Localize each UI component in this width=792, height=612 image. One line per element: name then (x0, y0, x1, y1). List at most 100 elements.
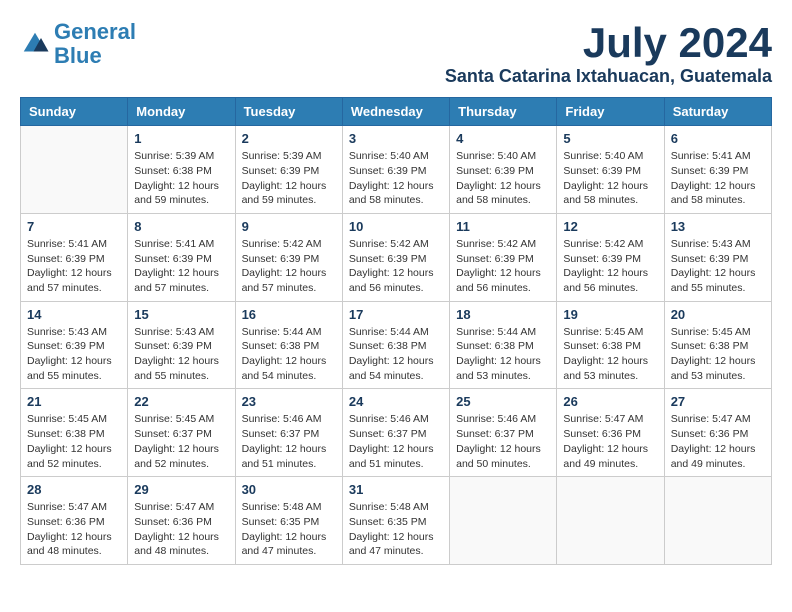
cell-text: Sunrise: 5:40 AM Sunset: 6:39 PM Dayligh… (456, 149, 550, 208)
cell-text: Sunrise: 5:43 AM Sunset: 6:39 PM Dayligh… (27, 325, 121, 384)
calendar-cell: 12 Sunrise: 5:42 AM Sunset: 6:39 PM Dayli… (557, 213, 664, 301)
calendar-cell: 7 Sunrise: 5:41 AM Sunset: 6:39 PM Daylig… (21, 213, 128, 301)
day-number: 6 (671, 131, 765, 146)
day-number: 31 (349, 482, 443, 497)
calendar-cell: 21 Sunrise: 5:45 AM Sunset: 6:38 PM Dayli… (21, 389, 128, 477)
calendar-table: SundayMondayTuesdayWednesdayThursdayFrid… (20, 97, 772, 565)
cell-text: Sunrise: 5:45 AM Sunset: 6:37 PM Dayligh… (134, 412, 228, 471)
calendar-cell: 17 Sunrise: 5:44 AM Sunset: 6:38 PM Dayli… (342, 301, 449, 389)
day-number: 9 (242, 219, 336, 234)
day-number: 11 (456, 219, 550, 234)
calendar-cell: 11 Sunrise: 5:42 AM Sunset: 6:39 PM Dayli… (450, 213, 557, 301)
calendar-cell: 26 Sunrise: 5:47 AM Sunset: 6:36 PM Dayli… (557, 389, 664, 477)
calendar-cell (664, 477, 771, 565)
cell-text: Sunrise: 5:47 AM Sunset: 6:36 PM Dayligh… (671, 412, 765, 471)
calendar-cell: 20 Sunrise: 5:45 AM Sunset: 6:38 PM Dayli… (664, 301, 771, 389)
calendar-cell: 28 Sunrise: 5:47 AM Sunset: 6:36 PM Dayli… (21, 477, 128, 565)
day-number: 1 (134, 131, 228, 146)
cell-text: Sunrise: 5:45 AM Sunset: 6:38 PM Dayligh… (563, 325, 657, 384)
cell-text: Sunrise: 5:45 AM Sunset: 6:38 PM Dayligh… (27, 412, 121, 471)
weekday-header: Monday (128, 98, 235, 126)
calendar-cell: 3 Sunrise: 5:40 AM Sunset: 6:39 PM Daylig… (342, 126, 449, 214)
calendar-cell: 13 Sunrise: 5:43 AM Sunset: 6:39 PM Dayli… (664, 213, 771, 301)
day-number: 16 (242, 307, 336, 322)
day-number: 8 (134, 219, 228, 234)
day-number: 2 (242, 131, 336, 146)
day-number: 4 (456, 131, 550, 146)
cell-text: Sunrise: 5:45 AM Sunset: 6:38 PM Dayligh… (671, 325, 765, 384)
cell-text: Sunrise: 5:41 AM Sunset: 6:39 PM Dayligh… (134, 237, 228, 296)
logo-icon (20, 29, 50, 59)
calendar-cell: 8 Sunrise: 5:41 AM Sunset: 6:39 PM Daylig… (128, 213, 235, 301)
calendar-cell: 22Sunrise: 5:45 AM Sunset: 6:37 PM Dayli… (128, 389, 235, 477)
weekday-header: Friday (557, 98, 664, 126)
calendar-cell: 1 Sunrise: 5:39 AM Sunset: 6:38 PM Daylig… (128, 126, 235, 214)
cell-text: Sunrise: 5:47 AM Sunset: 6:36 PM Dayligh… (27, 500, 121, 559)
calendar-week-row: 7 Sunrise: 5:41 AM Sunset: 6:39 PM Daylig… (21, 213, 772, 301)
calendar-cell: 25Sunrise: 5:46 AM Sunset: 6:37 PM Dayli… (450, 389, 557, 477)
day-number: 24 (349, 394, 443, 409)
calendar-week-row: 21 Sunrise: 5:45 AM Sunset: 6:38 PM Dayli… (21, 389, 772, 477)
calendar-cell: 4 Sunrise: 5:40 AM Sunset: 6:39 PM Daylig… (450, 126, 557, 214)
cell-text: Sunrise: 5:47 AM Sunset: 6:36 PM Dayligh… (563, 412, 657, 471)
calendar-cell: 10 Sunrise: 5:42 AM Sunset: 6:39 PM Dayli… (342, 213, 449, 301)
cell-text: Sunrise: 5:44 AM Sunset: 6:38 PM Dayligh… (456, 325, 550, 384)
page-header: General Blue July 2024 Santa Catarina Ix… (20, 20, 772, 87)
calendar-cell: 19Sunrise: 5:45 AM Sunset: 6:38 PM Dayli… (557, 301, 664, 389)
calendar-cell: 24 Sunrise: 5:46 AM Sunset: 6:37 PM Dayli… (342, 389, 449, 477)
cell-text: Sunrise: 5:44 AM Sunset: 6:38 PM Dayligh… (349, 325, 443, 384)
day-number: 12 (563, 219, 657, 234)
day-number: 5 (563, 131, 657, 146)
day-number: 15 (134, 307, 228, 322)
day-number: 27 (671, 394, 765, 409)
cell-text: Sunrise: 5:41 AM Sunset: 6:39 PM Dayligh… (671, 149, 765, 208)
cell-text: Sunrise: 5:42 AM Sunset: 6:39 PM Dayligh… (349, 237, 443, 296)
calendar-cell (21, 126, 128, 214)
calendar-cell: 29Sunrise: 5:47 AM Sunset: 6:36 PM Dayli… (128, 477, 235, 565)
weekday-header: Saturday (664, 98, 771, 126)
cell-text: Sunrise: 5:40 AM Sunset: 6:39 PM Dayligh… (349, 149, 443, 208)
logo: General Blue (20, 20, 136, 68)
day-number: 3 (349, 131, 443, 146)
calendar-cell: 2 Sunrise: 5:39 AM Sunset: 6:39 PM Daylig… (235, 126, 342, 214)
day-number: 23 (242, 394, 336, 409)
cell-text: Sunrise: 5:39 AM Sunset: 6:38 PM Dayligh… (134, 149, 228, 208)
day-number: 28 (27, 482, 121, 497)
cell-text: Sunrise: 5:40 AM Sunset: 6:39 PM Dayligh… (563, 149, 657, 208)
day-number: 17 (349, 307, 443, 322)
month-title: July 2024 (445, 20, 772, 66)
calendar-cell: 5 Sunrise: 5:40 AM Sunset: 6:39 PM Daylig… (557, 126, 664, 214)
day-number: 29 (134, 482, 228, 497)
cell-text: Sunrise: 5:48 AM Sunset: 6:35 PM Dayligh… (242, 500, 336, 559)
calendar-cell: 14Sunrise: 5:43 AM Sunset: 6:39 PM Dayli… (21, 301, 128, 389)
weekday-header: Tuesday (235, 98, 342, 126)
calendar-week-row: 1 Sunrise: 5:39 AM Sunset: 6:38 PM Daylig… (21, 126, 772, 214)
day-number: 21 (27, 394, 121, 409)
cell-text: Sunrise: 5:39 AM Sunset: 6:39 PM Dayligh… (242, 149, 336, 208)
calendar-cell: 18 Sunrise: 5:44 AM Sunset: 6:38 PM Dayli… (450, 301, 557, 389)
weekday-header: Sunday (21, 98, 128, 126)
cell-text: Sunrise: 5:42 AM Sunset: 6:39 PM Dayligh… (456, 237, 550, 296)
logo-text: General Blue (54, 20, 136, 68)
cell-text: Sunrise: 5:42 AM Sunset: 6:39 PM Dayligh… (563, 237, 657, 296)
cell-text: Sunrise: 5:46 AM Sunset: 6:37 PM Dayligh… (349, 412, 443, 471)
day-number: 10 (349, 219, 443, 234)
day-number: 18 (456, 307, 550, 322)
calendar-cell: 23 Sunrise: 5:46 AM Sunset: 6:37 PM Dayli… (235, 389, 342, 477)
cell-text: Sunrise: 5:41 AM Sunset: 6:39 PM Dayligh… (27, 237, 121, 296)
weekday-header-row: SundayMondayTuesdayWednesdayThursdayFrid… (21, 98, 772, 126)
cell-text: Sunrise: 5:43 AM Sunset: 6:39 PM Dayligh… (134, 325, 228, 384)
day-number: 26 (563, 394, 657, 409)
cell-text: Sunrise: 5:48 AM Sunset: 6:35 PM Dayligh… (349, 500, 443, 559)
calendar-cell: 16Sunrise: 5:44 AM Sunset: 6:38 PM Dayli… (235, 301, 342, 389)
day-number: 13 (671, 219, 765, 234)
day-number: 25 (456, 394, 550, 409)
weekday-header: Wednesday (342, 98, 449, 126)
cell-text: Sunrise: 5:43 AM Sunset: 6:39 PM Dayligh… (671, 237, 765, 296)
calendar-cell: 31 Sunrise: 5:48 AM Sunset: 6:35 PM Dayli… (342, 477, 449, 565)
calendar-cell: 9Sunrise: 5:42 AM Sunset: 6:39 PM Daylig… (235, 213, 342, 301)
day-number: 20 (671, 307, 765, 322)
cell-text: Sunrise: 5:46 AM Sunset: 6:37 PM Dayligh… (242, 412, 336, 471)
day-number: 7 (27, 219, 121, 234)
calendar-cell (450, 477, 557, 565)
